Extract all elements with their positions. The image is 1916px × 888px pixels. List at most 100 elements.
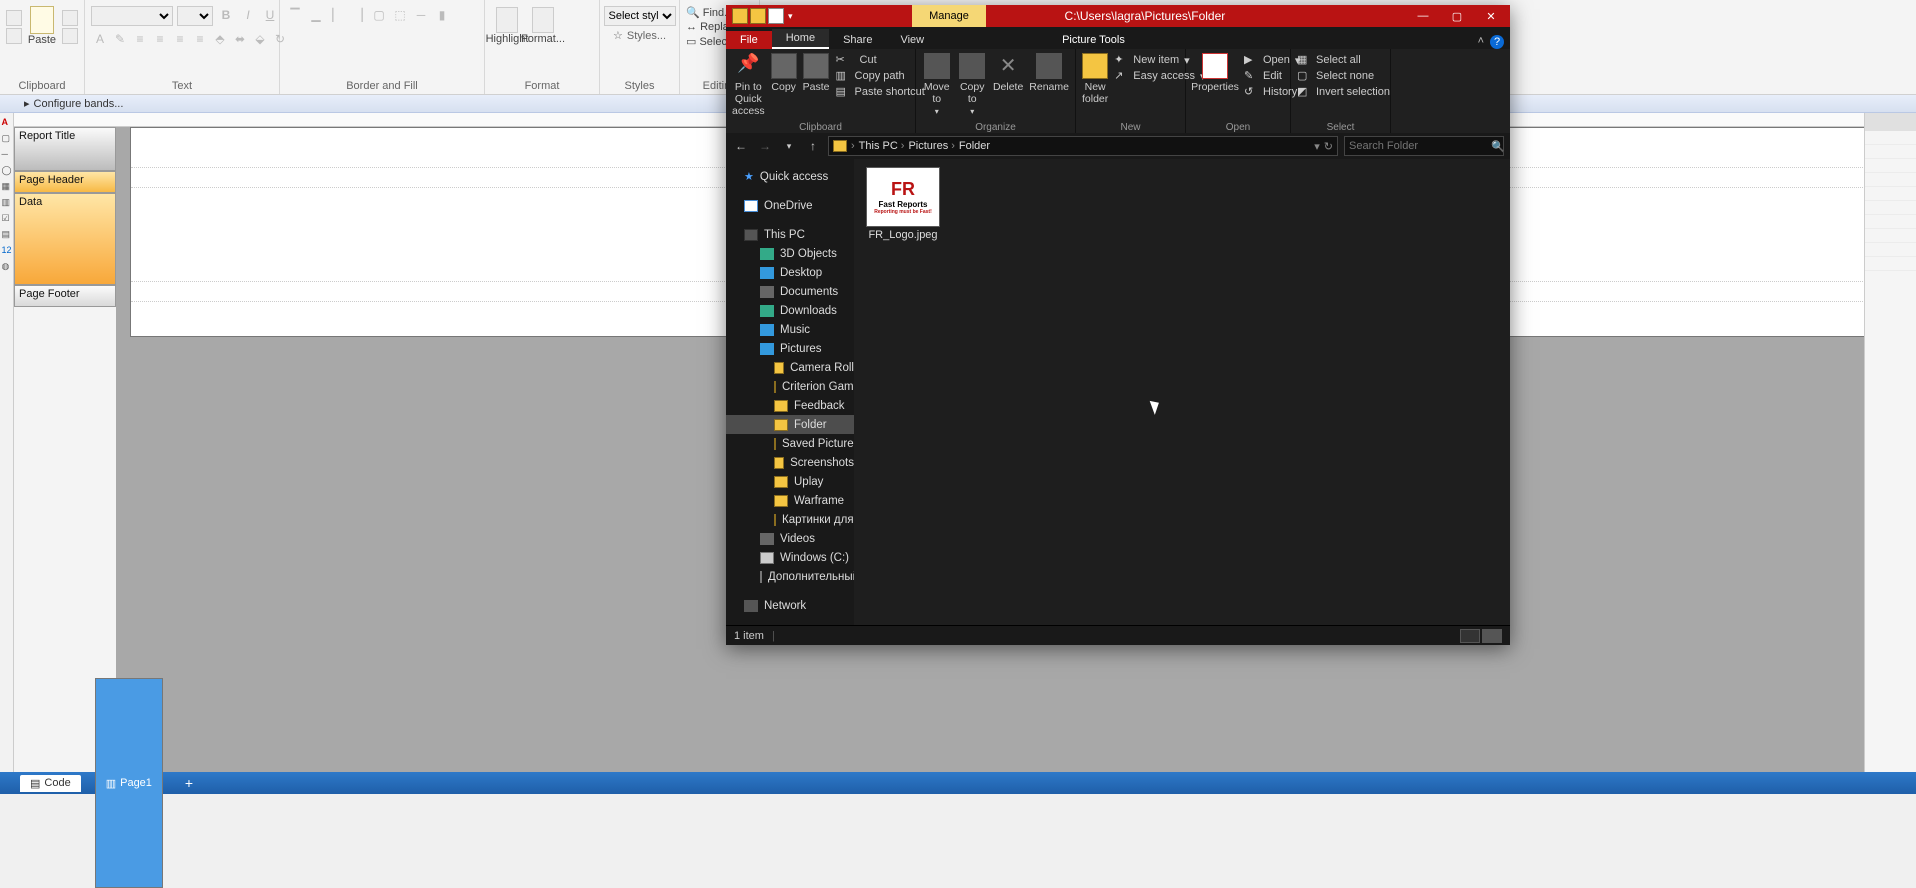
border-top-icon[interactable]: ▔ (286, 6, 304, 24)
address-bar[interactable]: › This PC› Pictures› Folder ▾ ↻ (828, 136, 1338, 156)
properties-button[interactable]: Properties (1192, 51, 1238, 93)
nav-documents[interactable]: Documents (726, 282, 854, 301)
tool-chart-icon[interactable]: ▦ (2, 181, 12, 191)
tool-globe-icon[interactable]: ◍ (2, 261, 12, 271)
font-family-select[interactable] (91, 6, 173, 26)
format-painter-icon[interactable] (62, 10, 78, 26)
underline-button[interactable]: U (261, 6, 279, 24)
select-none-button[interactable]: ▢Select none (1297, 69, 1390, 83)
bold-button[interactable]: B (217, 6, 235, 24)
invert-selection-button[interactable]: ◩Invert selection (1297, 85, 1390, 99)
nav-folder[interactable]: Folder (726, 415, 854, 434)
nav-saved-pictures[interactable]: Saved Pictures (726, 434, 854, 453)
select-all-button-ex[interactable]: ▦Select all (1297, 53, 1390, 67)
tab-share[interactable]: Share (829, 31, 886, 49)
tab-page1[interactable]: ▥ Page1 (95, 678, 163, 888)
view-details-button[interactable] (1460, 629, 1480, 643)
tab-picture-tools[interactable]: Picture Tools (1048, 31, 1139, 49)
nav-network[interactable]: Network (726, 596, 854, 615)
refresh-icon[interactable]: ↻ (1324, 140, 1333, 153)
move-to-button[interactable]: Move to▾ (922, 51, 951, 116)
copy-button[interactable]: Copy (771, 51, 797, 93)
align-right-icon[interactable]: ≡ (171, 30, 189, 48)
add-page-button[interactable]: + (177, 775, 201, 791)
font-color-icon[interactable]: A (91, 30, 109, 48)
band-page-header[interactable]: Page Header (14, 171, 116, 193)
clip-extra-icon[interactable] (62, 28, 78, 44)
cut-icon[interactable] (6, 10, 22, 26)
paste-button[interactable]: Paste (26, 6, 58, 46)
nav-up-button[interactable]: ↑ (804, 137, 822, 155)
tool-line-icon[interactable]: ─ (2, 149, 12, 159)
file-list-pane[interactable]: FR Fast Reports Reporting must be Fast! … (854, 159, 1510, 625)
copy-path-button[interactable]: ▥Copy path (836, 69, 925, 83)
close-button[interactable]: ✕ (1474, 5, 1508, 27)
border-none-icon[interactable]: ⬚ (391, 6, 409, 24)
valign-top-icon[interactable]: ⬘ (211, 30, 229, 48)
band-data[interactable]: Data (14, 193, 116, 285)
tab-view[interactable]: View (886, 31, 938, 49)
nav-criterion[interactable]: Criterion Games (726, 377, 854, 396)
nav-dopolnitelnyy[interactable]: Дополнительный ( (726, 567, 854, 586)
nav-downloads[interactable]: Downloads (726, 301, 854, 320)
nav-music[interactable]: Music (726, 320, 854, 339)
fill-color-icon[interactable]: ▮ (433, 6, 451, 24)
tool-table-icon[interactable]: ▤ (2, 229, 12, 239)
minimize-button[interactable]: — (1406, 5, 1440, 27)
copy-icon[interactable] (6, 28, 22, 44)
crumb-thispc[interactable]: This PC› (859, 140, 905, 152)
align-justify-icon[interactable]: ≡ (191, 30, 209, 48)
view-thumbnails-button[interactable] (1482, 629, 1502, 643)
italic-button[interactable]: I (239, 6, 257, 24)
search-box[interactable]: 🔍 (1344, 136, 1504, 156)
nav-pictures[interactable]: Pictures (726, 339, 854, 358)
nav-onedrive[interactable]: OneDrive (726, 196, 854, 215)
band-page-footer[interactable]: Page Footer (14, 285, 116, 307)
delete-button[interactable]: ✕ Delete (993, 51, 1023, 93)
nav-uplay[interactable]: Uplay (726, 472, 854, 491)
styles-icon[interactable]: ☆ (613, 29, 623, 42)
nav-quick-access[interactable]: ★Quick access (726, 167, 854, 186)
tool-shape-icon[interactable]: ◯ (2, 165, 12, 175)
border-style-icon[interactable]: ─ (412, 6, 430, 24)
styles-button[interactable]: Styles... (627, 30, 666, 42)
border-all-icon[interactable]: ▢ (370, 6, 388, 24)
nav-desktop[interactable]: Desktop (726, 263, 854, 282)
cut-button[interactable]: ✂Cut (836, 53, 925, 67)
new-folder-button[interactable]: New folder (1082, 51, 1108, 105)
pin-quick-access-button[interactable]: 📌 Pin to Quick access (732, 51, 765, 117)
file-item[interactable]: FR Fast Reports Reporting must be Fast! … (864, 167, 942, 241)
align-center-icon[interactable]: ≡ (151, 30, 169, 48)
border-right-icon[interactable]: ▕ (349, 6, 367, 24)
border-left-icon[interactable]: ▏ (328, 6, 346, 24)
crumb-pictures[interactable]: Pictures› (908, 140, 954, 152)
copy-to-button[interactable]: Copy to▾ (957, 51, 986, 116)
align-left-icon[interactable]: ≡ (131, 30, 149, 48)
border-bottom-icon[interactable]: ▁ (307, 6, 325, 24)
nav-kartinki[interactable]: Картинки для блс (726, 510, 854, 529)
navigation-pane[interactable]: ★Quick access OneDrive This PC 3D Object… (726, 159, 854, 625)
band-report-title[interactable]: Report Title (14, 127, 116, 171)
doc-icon[interactable] (768, 8, 784, 24)
search-input[interactable] (1349, 140, 1491, 152)
folder-icon-2[interactable] (750, 8, 766, 24)
ribbon-collapse-icon[interactable]: ˄ (1478, 35, 1484, 49)
nav-feedback[interactable]: Feedback (726, 396, 854, 415)
valign-bot-icon[interactable]: ⬙ (251, 30, 269, 48)
valign-mid-icon[interactable]: ⬌ (231, 30, 249, 48)
font-size-select[interactable] (177, 6, 213, 26)
tool-check-icon[interactable]: ☑ (2, 213, 12, 223)
nav-windows-c[interactable]: Windows (C:) (726, 548, 854, 567)
nav-this-pc[interactable]: This PC (726, 225, 854, 244)
explorer-titlebar[interactable]: ▾ C:\Users\lagra\Pictures\Folder — ▢ ✕ (726, 5, 1510, 27)
tool-barcode-icon[interactable]: ▥ (2, 197, 12, 207)
search-icon[interactable]: 🔍 (1491, 140, 1505, 153)
highlight-button[interactable]: Highlight (491, 6, 523, 46)
format-button[interactable]: Format... (527, 6, 559, 46)
paste-shortcut-button[interactable]: ▤Paste shortcut (836, 85, 925, 99)
nav-forward-button[interactable]: → (756, 137, 774, 155)
address-dropdown-icon[interactable]: ▾ (1314, 140, 1320, 153)
nav-recent-button[interactable]: ▾ (780, 137, 798, 155)
manage-contextual-tab[interactable]: Manage (912, 5, 986, 27)
tab-code[interactable]: ▤ Code (20, 775, 81, 792)
